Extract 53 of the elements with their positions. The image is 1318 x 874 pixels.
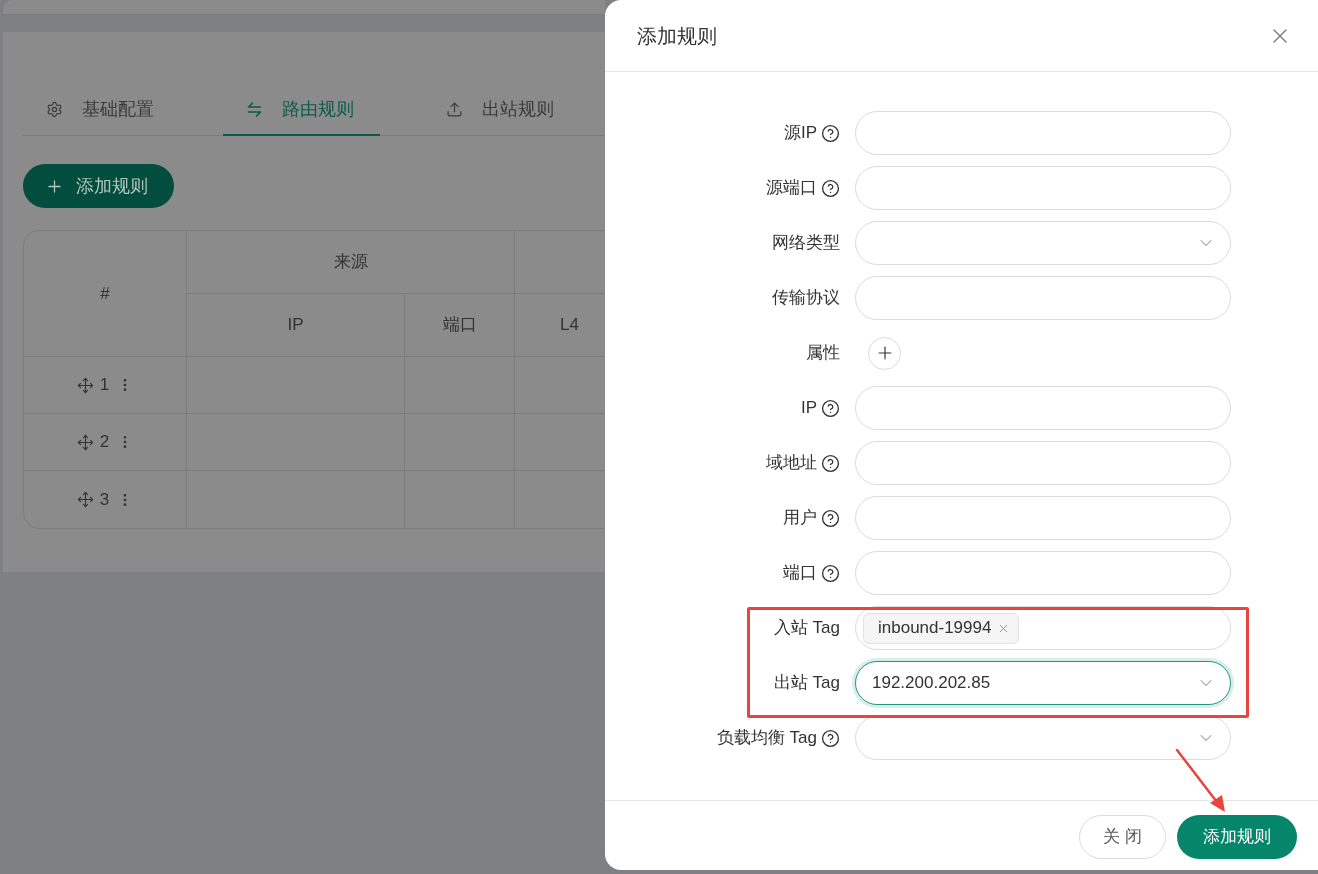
column-group-header: 来源: [333, 251, 368, 274]
add-rule-button[interactable]: 添加规则: [23, 164, 174, 208]
field-label: 属性: [806, 342, 840, 365]
help-icon[interactable]: [821, 453, 840, 473]
field-label: 负载均衡 Tag: [716, 727, 817, 750]
column-header: L4: [560, 314, 579, 337]
input-field[interactable]: [855, 441, 1231, 485]
field-label: 端口: [783, 562, 817, 585]
field-label: 源IP: [783, 122, 817, 145]
drag-handle-icon[interactable]: [76, 376, 94, 394]
field-label: 传输协议: [772, 287, 840, 310]
gear-icon: [46, 100, 63, 118]
field-label: 源端口: [766, 177, 817, 200]
column-header: IP: [287, 314, 304, 337]
select-field[interactable]: 192.200.202.85: [855, 661, 1231, 705]
add-rule-button[interactable]: 添加规则: [1177, 815, 1297, 859]
close-dialog-button[interactable]: 关 闭: [1079, 815, 1166, 859]
help-icon[interactable]: [821, 563, 840, 583]
input-field[interactable]: [855, 166, 1231, 210]
input-field[interactable]: [855, 551, 1231, 595]
help-icon[interactable]: [821, 508, 840, 528]
input-field[interactable]: [855, 386, 1231, 430]
field-label: 网络类型: [772, 232, 840, 255]
help-icon[interactable]: [821, 178, 840, 198]
dialog-title: 添加规则: [637, 23, 717, 49]
field-label: 出站 Tag: [773, 672, 840, 695]
swap-arrows-icon: [246, 100, 263, 118]
add-attribute-button[interactable]: [868, 336, 901, 370]
field-label: 入站 Tag: [773, 617, 840, 640]
field-label: IP: [800, 397, 817, 420]
tab[interactable]: 出站规则: [423, 84, 580, 136]
tab[interactable]: 基础配置: [23, 84, 180, 136]
row-number: 3: [99, 488, 110, 511]
select-field[interactable]: [855, 221, 1231, 265]
column-header: #: [100, 282, 110, 305]
drag-handle-icon[interactable]: [76, 433, 94, 451]
field-label: 用户: [783, 507, 817, 530]
column-header: 端口: [442, 314, 477, 337]
help-icon[interactable]: [821, 728, 840, 748]
input-field[interactable]: [855, 496, 1231, 540]
drag-handle-icon[interactable]: [76, 491, 94, 508]
pointer-arrow: [1174, 748, 1228, 814]
upload-icon: [446, 100, 463, 118]
help-icon[interactable]: [821, 398, 840, 418]
input-field[interactable]: [855, 111, 1231, 155]
help-icon[interactable]: [821, 123, 840, 143]
row-number: 2: [99, 431, 110, 454]
field-label: 域地址: [766, 452, 817, 475]
tag-input-field[interactable]: inbound-19994: [855, 606, 1231, 650]
tag-text: inbound-19994: [878, 617, 992, 640]
select-field[interactable]: [855, 716, 1231, 760]
input-field[interactable]: [855, 276, 1231, 320]
row-number: 1: [99, 374, 110, 397]
